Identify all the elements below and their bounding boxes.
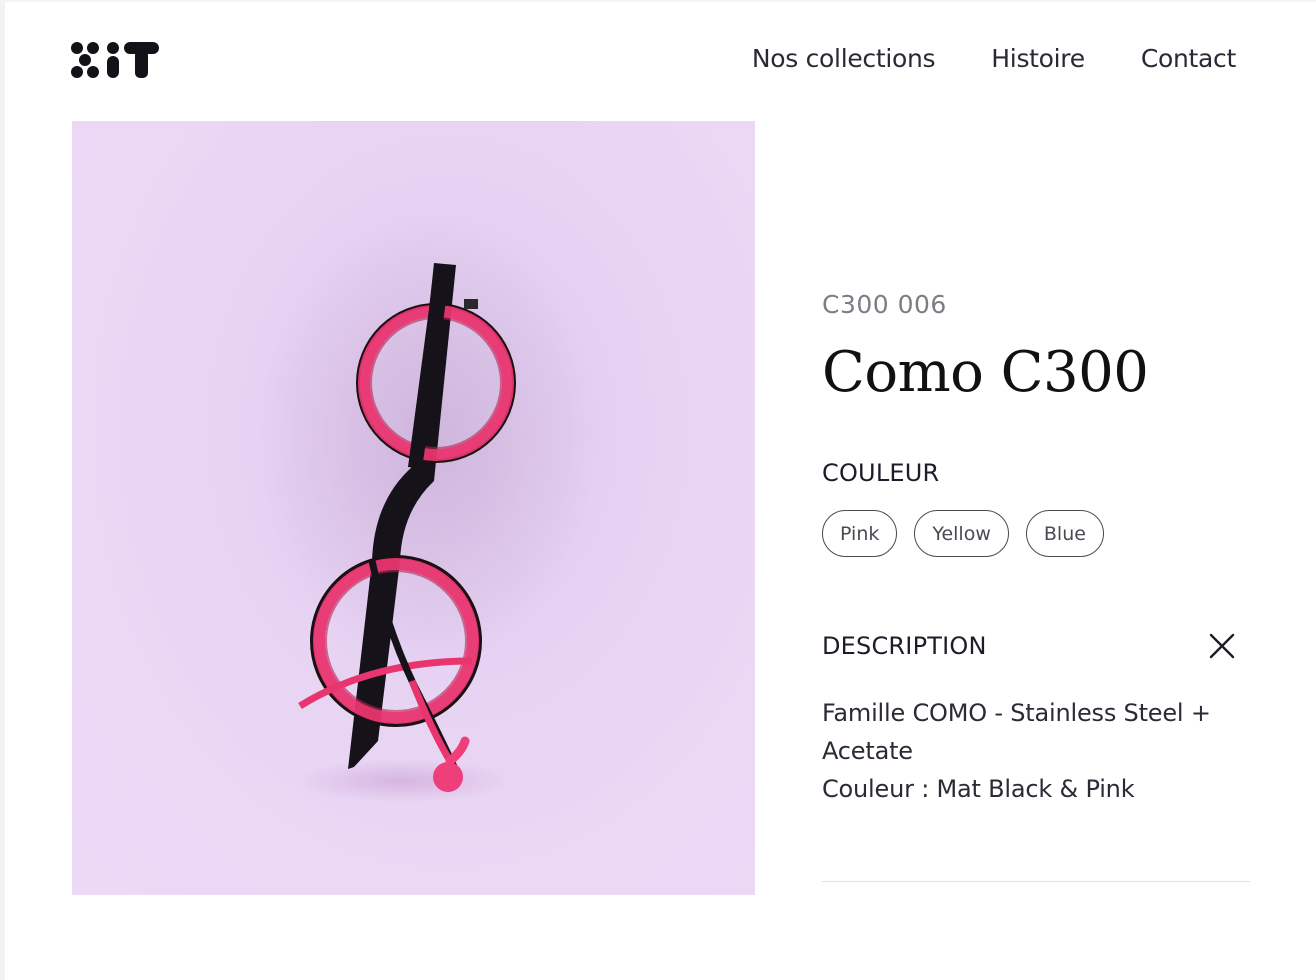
color-option-blue[interactable]: Blue: [1025, 510, 1104, 557]
product-sku: C300 006: [822, 290, 947, 319]
description-close-button[interactable]: [1208, 632, 1236, 660]
brand-logo[interactable]: [70, 40, 162, 82]
description-section-label: DESCRIPTION: [822, 632, 987, 660]
nav-link-collections[interactable]: Nos collections: [752, 44, 936, 73]
description-line: Famille COMO - Stainless Steel + Acetate: [822, 699, 1211, 765]
color-section-label: COULEUR: [822, 459, 940, 487]
nav-link-contact[interactable]: Contact: [1141, 44, 1236, 73]
nav-link-histoire[interactable]: Histoire: [991, 44, 1085, 73]
main-nav: Nos collections Histoire Contact: [752, 44, 1236, 73]
section-divider: [822, 881, 1250, 882]
color-option-pink[interactable]: Pink: [822, 510, 898, 557]
page-edge: [0, 0, 5, 980]
description-line: Couleur : Mat Black & Pink: [822, 775, 1135, 803]
color-options: Pink Yellow Blue: [822, 510, 1104, 557]
close-icon: [1209, 633, 1235, 659]
product-image: [72, 121, 755, 895]
glasses-photo-icon: [254, 211, 594, 803]
color-option-yellow[interactable]: Yellow: [914, 510, 1009, 557]
page-top-edge: [0, 0, 1316, 2]
product-title: Como C300: [822, 340, 1149, 405]
description-text: Famille COMO - Stainless Steel + Acetate…: [822, 694, 1242, 808]
product-page: Nos collections Histoire Contact C300 00…: [0, 0, 1316, 980]
kit-logo-icon: [71, 42, 159, 78]
